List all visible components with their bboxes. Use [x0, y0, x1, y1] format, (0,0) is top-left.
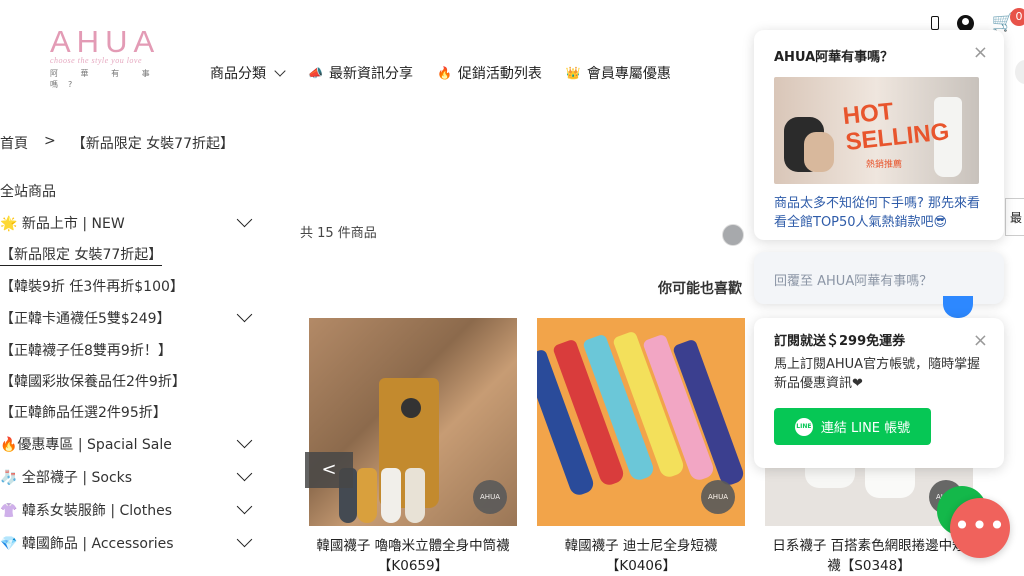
button-label: 連結 LINE 帳號	[820, 421, 911, 436]
nav-label: 商品分類	[210, 66, 266, 82]
chevron-down-icon[interactable]	[236, 306, 253, 323]
user-icon[interactable]	[956, 14, 974, 32]
chevron-down-icon[interactable]	[236, 531, 253, 548]
breadcrumb: 首頁 > 【新品限定 女裝77折起】	[0, 133, 234, 153]
logo-wordmark: AHUA	[50, 24, 161, 59]
line-icon: LINE	[794, 417, 813, 436]
brand-badge: AHUA	[473, 480, 507, 514]
chevron-down-icon[interactable]	[236, 432, 253, 449]
fire-icon: 🔥	[436, 66, 452, 80]
crown-icon: 👑	[565, 66, 581, 80]
sidebar-item-label: 【新品限定 女裝77折起】	[0, 244, 163, 266]
breadcrumb-home[interactable]: 首頁	[0, 133, 28, 153]
logo-chinese: 阿 華 有 事 嗎?	[50, 69, 160, 89]
recommend-heading: 你可能也喜歡	[658, 281, 742, 297]
main-nav: 商品分類 📣 最新資訊分享 🔥 促銷活動列表 👑 會員專屬優惠	[210, 62, 671, 84]
logo-tagline: choose the style you love	[50, 56, 143, 65]
sidebar-title[interactable]: 全站商品	[0, 178, 260, 206]
phone-icon[interactable]	[930, 16, 939, 30]
product-image[interactable]: AHUA	[309, 318, 517, 526]
banner-subtext: 熱銷推薦	[866, 160, 903, 170]
brand-badge: AHUA	[701, 480, 735, 514]
nav-label: 促銷活動列表	[457, 66, 542, 82]
chat-popup-hot-selling: AHUA阿華有事嗎？ × HOT SELLING 熱銷推薦 商品太多不知從何下手…	[754, 30, 1004, 240]
breadcrumb-separator: >	[44, 133, 56, 149]
product-card[interactable]: AHUA 韓國襪子 迪士尼全身短襪 【K0406】	[537, 318, 745, 576]
sidebar-item-label: 【正韓襪子任8雙再9折！】	[0, 342, 172, 359]
sidebar-item-new[interactable]: 🌟 新品上市 | NEW	[0, 206, 260, 239]
avatar[interactable]	[722, 224, 744, 246]
breadcrumb-current: 【新品限定 女裝77折起】	[71, 136, 234, 152]
product-code: 【K0406】	[605, 558, 677, 574]
sidebar-item-jewelry-promo[interactable]: 【正韓飾品任選2件95折】	[0, 396, 260, 427]
nav-label: 最新資訊分享	[328, 66, 413, 82]
sidebar-item-label: 👚 韓系女裝服飾 | Clothes	[0, 502, 172, 519]
sidebar-item-cosmetics[interactable]: 【韓國彩妝保養品任2件9折】	[0, 365, 260, 396]
product-name[interactable]: 韓國襪子 嚕嚕米立體全身中筒襪 【K0659】	[309, 536, 517, 576]
nav-label: 會員專屬優惠	[586, 66, 671, 82]
popup-title: AHUA阿華有事嗎？	[774, 50, 894, 65]
sidebar-item-korean-clothes[interactable]: 【韓裝9折 任3件再折$100】	[0, 270, 260, 301]
cart-count-badge: 0	[1010, 8, 1024, 26]
chat-fab[interactable]: •••	[950, 498, 1010, 558]
product-name[interactable]: 日系襪子 百搭素色網眼捲邊中短 襪【S0348】	[765, 536, 973, 576]
messenger-icon[interactable]	[943, 296, 973, 318]
sidebar-item-sale[interactable]: 🔥優惠專區 | Spacial Sale	[0, 427, 260, 460]
product-code: 【K0659】	[377, 558, 449, 574]
product-image[interactable]: AHUA	[537, 318, 745, 526]
nav-news[interactable]: 📣 最新資訊分享	[308, 63, 413, 83]
sidebar-item-label: 🔥優惠專區 | Spacial Sale	[0, 436, 172, 453]
sidebar-item-korean-socks[interactable]: 【正韓襪子任8雙再9折！】	[0, 334, 260, 365]
megaphone-icon: 📣	[308, 66, 323, 80]
hot-selling-banner[interactable]: HOT SELLING 熱銷推薦	[774, 77, 979, 184]
product-title: 韓國襪子 迪士尼全身短襪	[564, 538, 718, 554]
chevron-down-icon[interactable]	[236, 211, 253, 228]
site-logo[interactable]: AHUA choose the style you love 阿 華 有 事 嗎…	[50, 24, 180, 90]
sort-select[interactable]: 最	[1005, 198, 1024, 236]
sidebar-item-accessories[interactable]: 💎 韓國飾品 | Accessories	[0, 526, 260, 559]
sidebar-item-label: 【正韓卡通襪任5雙$249】	[0, 310, 171, 327]
chevron-down-icon	[274, 65, 286, 77]
sidebar-item-label: 【韓裝9折 任3件再折$100】	[0, 278, 184, 295]
product-title: 韓國襪子 嚕嚕米立體全身中筒襪	[316, 538, 510, 554]
sidebar-item-label: 🧦 全部襪子 | Socks	[0, 469, 133, 486]
chevron-down-icon[interactable]	[236, 498, 253, 515]
product-card[interactable]: AHUA 韓國襪子 嚕嚕米立體全身中筒襪 【K0659】	[309, 318, 517, 576]
carousel-prev-button[interactable]: <	[305, 452, 353, 488]
reply-placeholder: 回覆至 AHUA阿華有事嗎？	[774, 274, 933, 289]
popup-title: 訂閱就送＄299免運券	[774, 334, 906, 349]
product-title: 日系襪子 百搭素色網眼捲邊中短	[772, 538, 966, 554]
chevron-down-icon[interactable]	[236, 465, 253, 482]
product-code: 襪【S0348】	[827, 558, 911, 574]
close-icon[interactable]: ×	[973, 44, 988, 62]
sidebar-item-cartoon-socks[interactable]: 【正韓卡通襪任5雙$249】	[0, 301, 260, 334]
nav-member[interactable]: 👑 會員專屬優惠	[566, 63, 671, 83]
sidebar-item-label: 🌟 新品上市 | NEW	[0, 215, 125, 232]
chat-popup-line: 訂閱就送＄299免運券 × 馬上訂閱AHUA官方帳號，隨時掌握新品優惠資訊❤ L…	[754, 318, 1004, 468]
sidebar-item-new-women[interactable]: 【新品限定 女裝77折起】	[0, 239, 260, 270]
category-sidebar: 全站商品 🌟 新品上市 | NEW 【新品限定 女裝77折起】 【韓裝9折 任3…	[0, 178, 260, 559]
sidebar-item-label: 【韓國彩妝保養品任2件9折】	[0, 373, 186, 390]
sidebar-item-label: 💎 韓國飾品 | Accessories	[0, 535, 174, 552]
product-name[interactable]: 韓國襪子 迪士尼全身短襪 【K0406】	[537, 536, 745, 576]
nav-promotions[interactable]: 🔥 促銷活動列表	[437, 63, 542, 83]
sidebar-item-label: 【正韓飾品任選2件95折】	[0, 404, 167, 421]
sidebar-item-clothes[interactable]: 👚 韓系女裝服飾 | Clothes	[0, 493, 260, 526]
search-icon[interactable]	[1015, 60, 1024, 84]
sidebar-item-socks[interactable]: 🧦 全部襪子 | Socks	[0, 460, 260, 493]
product-count: 共 15 件商品	[300, 226, 377, 241]
nav-categories[interactable]: 商品分類	[210, 63, 286, 83]
popup-description: 馬上訂閱AHUA官方帳號，隨時掌握新品優惠資訊❤	[774, 357, 981, 391]
popup-description[interactable]: 商品太多不知從何下手嗎? 那先來看看全館TOP50人氣熱銷款吧😎	[774, 194, 986, 232]
close-icon[interactable]: ×	[973, 332, 988, 350]
connect-line-button[interactable]: LINE 連結 LINE 帳號	[774, 408, 931, 445]
